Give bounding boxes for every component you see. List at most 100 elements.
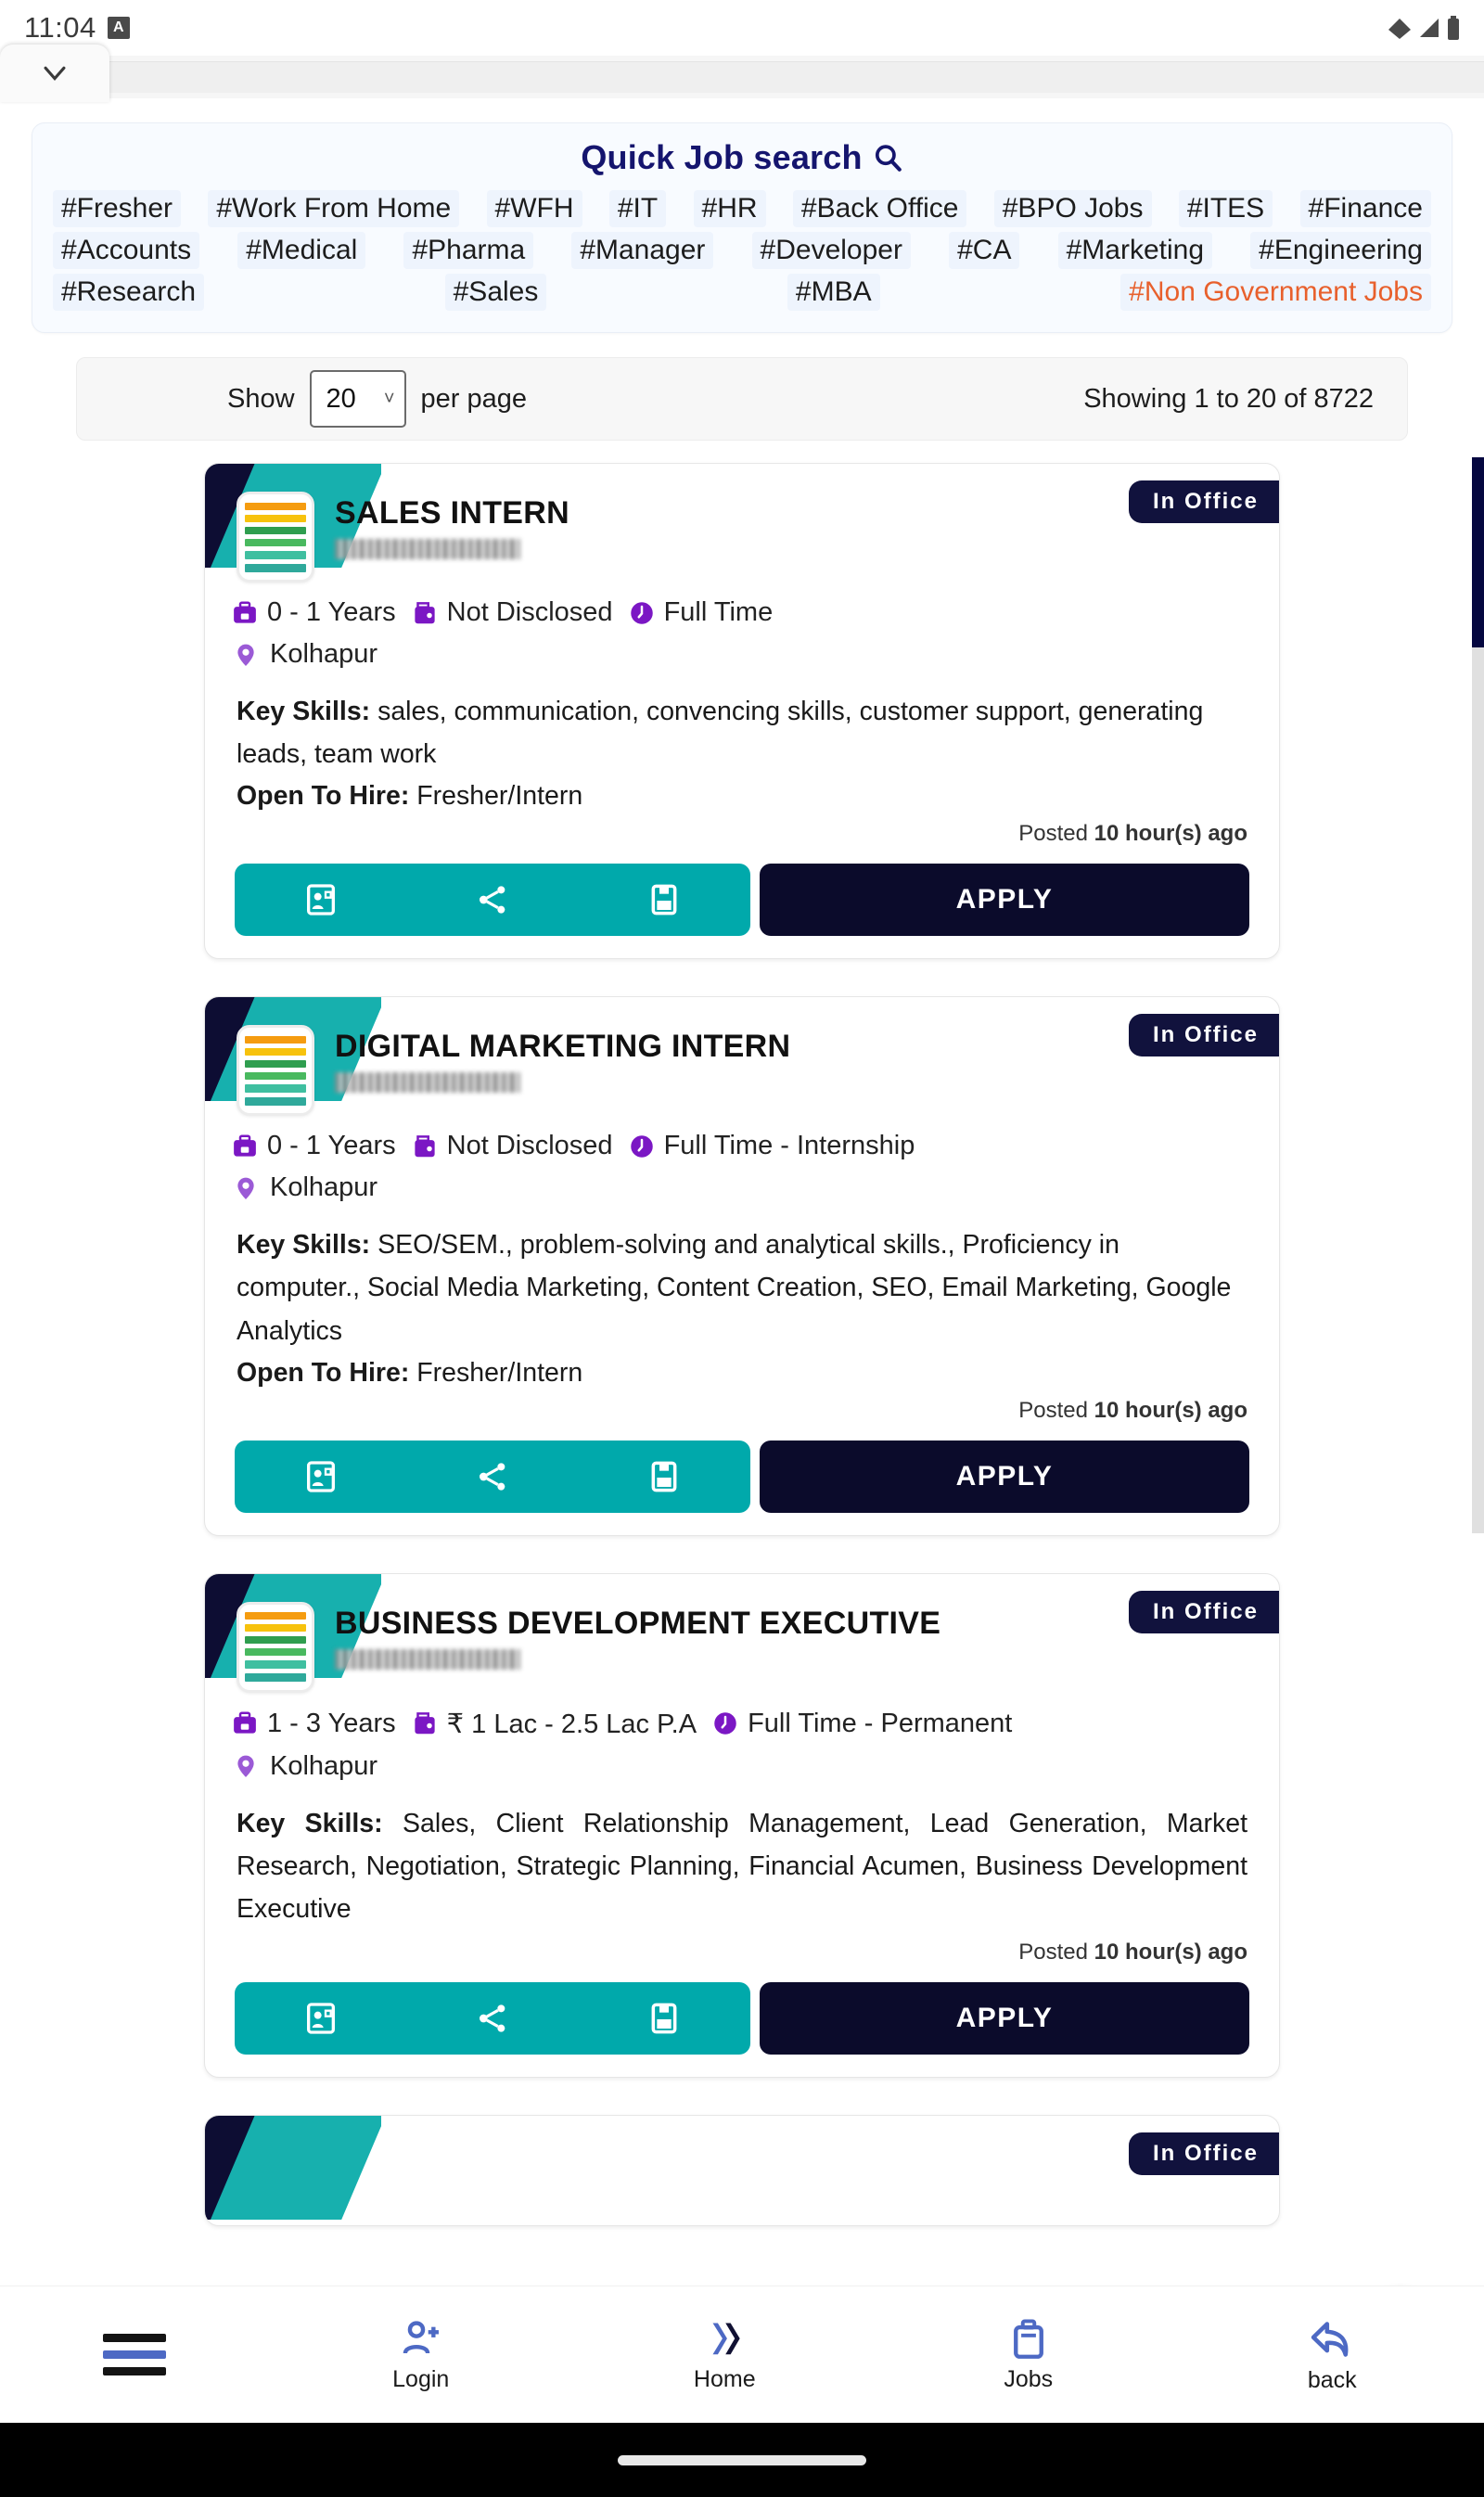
- tag-developer[interactable]: #Developer: [752, 232, 911, 269]
- tag-sales[interactable]: #Sales: [445, 274, 547, 311]
- posted-time: Posted 10 hour(s) ago: [205, 1389, 1279, 1424]
- tag-marketing[interactable]: #Marketing: [1058, 232, 1212, 269]
- location-value: Kolhapur: [270, 1172, 377, 1203]
- save-icon[interactable]: [643, 878, 685, 921]
- location-row: Kolhapur: [205, 628, 1279, 670]
- page-content: Quick Job search #Fresher #Work From Hom…: [0, 122, 1484, 2497]
- tag-fresher[interactable]: #Fresher: [53, 190, 181, 227]
- contact-card-icon[interactable]: [300, 1997, 342, 2040]
- app-badge-icon: A: [108, 17, 130, 39]
- tag-non-government-jobs[interactable]: #Non Government Jobs: [1120, 274, 1431, 311]
- job-title[interactable]: BUSINESS DEVELOPMENT EXECUTIVE: [335, 1606, 940, 1642]
- job-card[interactable]: In Office BUSINESS DEVELOPMENT EXECUTIVE: [204, 1573, 1280, 2078]
- posted-prefix: Posted: [1018, 1940, 1088, 1965]
- location-pin-icon: [233, 1752, 259, 1780]
- save-icon[interactable]: [643, 1455, 685, 1498]
- tag-manager[interactable]: #Manager: [571, 232, 713, 269]
- share-icon[interactable]: [471, 1455, 514, 1498]
- chrome-address-strip: [109, 61, 1484, 93]
- briefcase-icon: [231, 1133, 259, 1160]
- job-meta-row: 0 - 1 Years Not Disclosed Full Time: [205, 1116, 1279, 1161]
- briefcase-icon: [1005, 2316, 1052, 2363]
- tag-bpo-jobs[interactable]: #BPO Jobs: [994, 190, 1152, 227]
- nav-item-jobs[interactable]: Jobs: [876, 2316, 1181, 2393]
- location-value: Kolhapur: [270, 639, 377, 670]
- key-skills-label: Key Skills:: [237, 697, 370, 726]
- salary-meta: Not Disclosed: [411, 597, 613, 628]
- contact-card-icon[interactable]: [300, 1455, 342, 1498]
- nav-item-back[interactable]: back: [1181, 2315, 1484, 2394]
- per-page-value: 20: [326, 384, 356, 415]
- tag-pharma[interactable]: #Pharma: [403, 232, 533, 269]
- tag-it[interactable]: #IT: [609, 190, 666, 227]
- nav-item-login[interactable]: Login: [269, 2316, 573, 2393]
- status-time: 11:04: [24, 11, 96, 45]
- search-icon[interactable]: [872, 142, 903, 173]
- job-card-header: SALES INTERN: [205, 464, 1279, 583]
- open-to-hire-value: Fresher/Intern: [416, 1358, 582, 1388]
- share-icon[interactable]: [471, 878, 514, 921]
- apply-button[interactable]: APPLY: [760, 864, 1249, 936]
- showing-count: Showing 1 to 20 of 8722: [1083, 384, 1374, 415]
- tag-work-from-home[interactable]: #Work From Home: [208, 190, 459, 227]
- card-corner-decoration: [205, 2116, 381, 2220]
- tag-hr[interactable]: #HR: [694, 190, 766, 227]
- scrollbar-thumb[interactable]: [1472, 457, 1484, 647]
- secondary-actions: [235, 1982, 750, 2055]
- chrome-collapse-tab[interactable]: [0, 45, 109, 102]
- secondary-actions: [235, 864, 750, 936]
- job-list: In Office SALES INTERN 0 - 1 Ye: [0, 463, 1484, 2226]
- contact-card-icon[interactable]: [300, 878, 342, 921]
- tag-finance[interactable]: #Finance: [1300, 190, 1431, 227]
- share-icon[interactable]: [471, 1997, 514, 2040]
- key-skills-value: Sales, Client Relationship Management, L…: [237, 1809, 1247, 1924]
- key-skills: Key Skills: Sales, Client Relationship M…: [205, 1782, 1279, 1930]
- tag-accounts[interactable]: #Accounts: [53, 232, 199, 269]
- per-page-select[interactable]: 20 ˅: [310, 370, 406, 428]
- jobtype-meta: Full Time - Internship: [628, 1131, 915, 1161]
- job-card[interactable]: In Office: [204, 2115, 1280, 2226]
- job-title[interactable]: SALES INTERN: [335, 495, 569, 531]
- quick-job-search-panel: Quick Job search #Fresher #Work From Hom…: [32, 122, 1452, 333]
- experience-meta: 1 - 3 Years: [231, 1709, 396, 1739]
- job-card-header: BUSINESS DEVELOPMENT EXECUTIVE: [205, 1574, 1279, 1693]
- save-icon[interactable]: [643, 1997, 685, 2040]
- apply-button[interactable]: APPLY: [760, 1441, 1249, 1513]
- status-bar-left: 11:04 A: [24, 11, 130, 45]
- apply-button[interactable]: APPLY: [760, 1982, 1249, 2055]
- nav-label-back: back: [1308, 2367, 1357, 2394]
- menu-button[interactable]: [0, 2325, 269, 2384]
- tag-research[interactable]: #Research: [53, 274, 204, 311]
- tag-row-3: #Research #Sales #MBA #Non Government Jo…: [49, 274, 1435, 311]
- job-title-block: BUSINESS DEVELOPMENT EXECUTIVE: [335, 1602, 940, 1670]
- job-card[interactable]: In Office DIGITAL MARKETING INTERN: [204, 996, 1280, 1535]
- tag-engineering[interactable]: #Engineering: [1250, 232, 1431, 269]
- gesture-pill[interactable]: [618, 2455, 866, 2465]
- wallet-icon: [411, 1709, 439, 1737]
- tag-medical[interactable]: #Medical: [237, 232, 365, 269]
- key-skills-value: SEO/SEM., problem-solving and analytical…: [237, 1230, 1231, 1345]
- tag-ca[interactable]: #CA: [949, 232, 1019, 269]
- tag-back-office[interactable]: #Back Office: [793, 190, 967, 227]
- open-to-hire: Open To Hire: Fresher/Intern: [205, 775, 1279, 812]
- job-title[interactable]: DIGITAL MARKETING INTERN: [335, 1029, 790, 1065]
- clock-icon: [628, 599, 656, 627]
- system-gesture-bar: [0, 2423, 1484, 2497]
- job-card-actions: APPLY: [235, 1982, 1249, 2055]
- nav-label-login: Login: [392, 2366, 449, 2393]
- tag-mba[interactable]: #MBA: [787, 274, 880, 311]
- nav-item-home[interactable]: Home: [573, 2316, 877, 2393]
- secondary-actions: [235, 1441, 750, 1513]
- status-bar: 11:04 A: [0, 0, 1484, 56]
- key-skills-value: sales, communication, convencing skills,…: [237, 697, 1203, 769]
- bottom-navigation: Login Home Jobs back: [0, 2286, 1484, 2423]
- posted-value: 10 hour(s) ago: [1094, 1398, 1247, 1423]
- company-logo-icon: [237, 1025, 314, 1116]
- key-skills: Key Skills: SEO/SEM., problem-solving an…: [205, 1203, 1279, 1351]
- job-card[interactable]: In Office SALES INTERN 0 - 1 Ye: [204, 463, 1280, 959]
- location-pin-icon: [233, 1174, 259, 1202]
- jobtype-value: Full Time - Permanent: [748, 1709, 1012, 1739]
- location-row: Kolhapur: [205, 1161, 1279, 1203]
- tag-wfh[interactable]: #WFH: [487, 190, 582, 227]
- tag-ites[interactable]: #ITES: [1179, 190, 1273, 227]
